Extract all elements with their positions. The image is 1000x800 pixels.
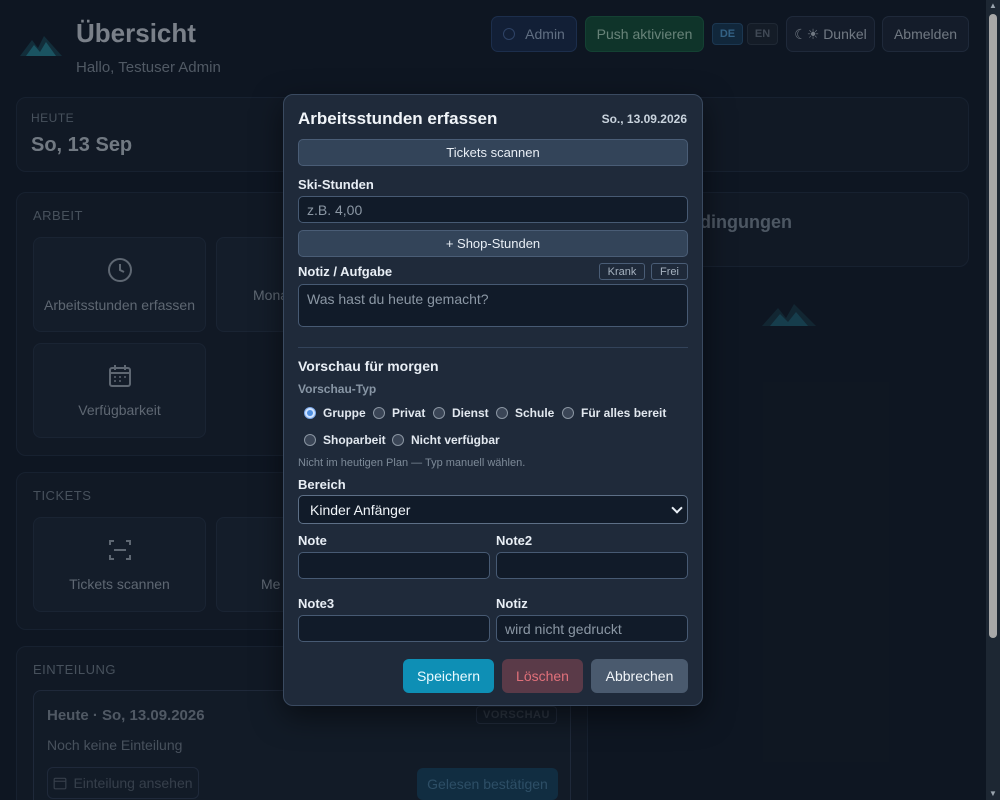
radio-fuer-alles-bereit[interactable]: Für alles bereit: [562, 406, 666, 420]
scrollbar[interactable]: ▲ ▼: [986, 0, 1000, 800]
modal-title: Arbeitsstunden erfassen: [298, 109, 498, 128]
radio-label: Schule: [515, 406, 555, 420]
notiz-label: Notiz / Aufgabe: [298, 264, 393, 279]
radio-nicht-verfuegbar[interactable]: Nicht verfügbar: [392, 433, 500, 447]
radio-icon: [392, 434, 404, 446]
radio-privat[interactable]: Privat: [373, 406, 425, 420]
delete-button[interactable]: Löschen: [502, 659, 583, 693]
work-hours-modal: Arbeitsstunden erfassen So., 13.09.2026 …: [283, 94, 703, 706]
radio-icon: [373, 407, 385, 419]
note-input[interactable]: [298, 552, 490, 579]
modal-date: So., 13.09.2026: [601, 112, 687, 126]
note2-input[interactable]: [496, 552, 688, 579]
radio-label: Gruppe: [323, 406, 366, 420]
ski-hours-input[interactable]: [298, 196, 688, 223]
radio-icon: [562, 407, 574, 419]
radio-icon: [496, 407, 508, 419]
radio-checked-icon: [304, 407, 316, 419]
divider: [298, 347, 688, 348]
save-button[interactable]: Speichern: [403, 659, 494, 693]
note3-input[interactable]: [298, 615, 490, 642]
notiz-textarea[interactable]: [298, 284, 688, 327]
bereich-select[interactable]: Kinder Anfänger: [298, 495, 688, 524]
frei-chip[interactable]: Frei: [651, 263, 688, 280]
chevron-down-icon: [671, 502, 683, 514]
radio-label: Für alles bereit: [581, 406, 667, 420]
note-label: Note: [298, 533, 327, 548]
scroll-up-icon[interactable]: ▲: [989, 2, 997, 10]
krank-chip[interactable]: Krank: [599, 263, 645, 280]
notiz2-input[interactable]: [496, 615, 688, 642]
radio-label: Dienst: [452, 406, 489, 420]
note3-label: Note3: [298, 596, 335, 611]
note2-label: Note2: [496, 533, 533, 548]
scan-tickets-button[interactable]: Tickets scannen: [298, 139, 688, 166]
ski-hours-label: Ski-Stunden: [298, 177, 374, 192]
preview-hint: Nicht im heutigen Plan — Typ manuell wäh…: [298, 457, 526, 469]
bereich-value: Kinder Anfänger: [310, 501, 411, 518]
radio-shoparbeit[interactable]: Shoparbeit: [304, 433, 386, 447]
preview-type-label: Vorschau-Typ: [298, 382, 377, 396]
cancel-button[interactable]: Abbrechen: [591, 659, 688, 693]
radio-label: Shoparbeit: [323, 433, 386, 447]
radio-label: Nicht verfügbar: [411, 433, 500, 447]
notiz2-label: Notiz: [496, 596, 528, 611]
radio-icon: [433, 407, 445, 419]
radio-dienst[interactable]: Dienst: [433, 406, 489, 420]
preview-title: Vorschau für morgen: [298, 358, 439, 374]
add-shop-hours-button[interactable]: + Shop-Stunden: [298, 230, 688, 257]
scroll-down-icon[interactable]: ▼: [989, 790, 997, 798]
radio-label: Privat: [392, 406, 426, 420]
scrollbar-thumb[interactable]: [989, 14, 997, 638]
bereich-label: Bereich: [298, 477, 346, 492]
radio-schule[interactable]: Schule: [496, 406, 554, 420]
radio-icon: [304, 434, 316, 446]
radio-gruppe[interactable]: Gruppe: [304, 406, 366, 420]
